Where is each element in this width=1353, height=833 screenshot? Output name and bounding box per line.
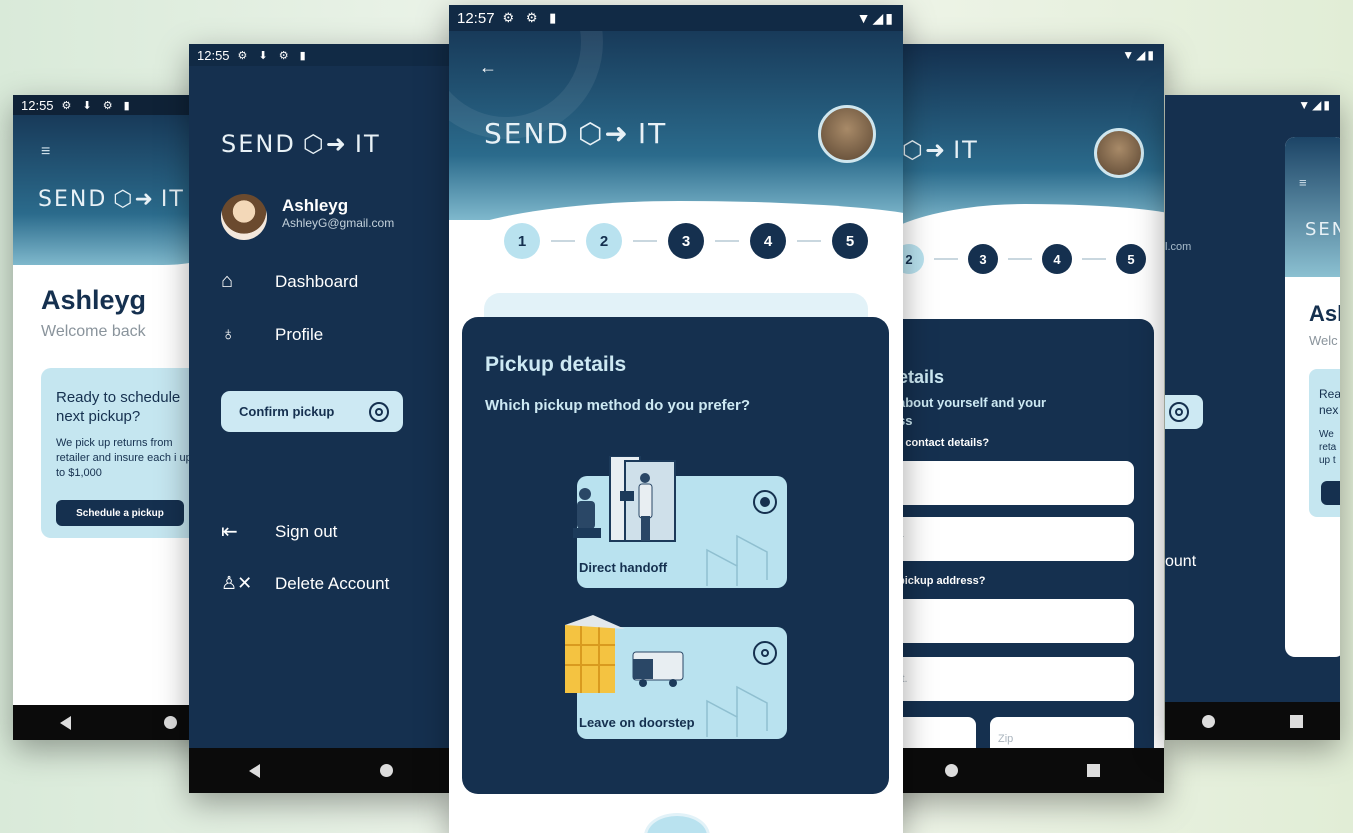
card-title: Ready to schedule next pickup? xyxy=(56,389,181,425)
sign-out-icon: ⇤ xyxy=(221,521,238,543)
step-4[interactable]: 4 xyxy=(750,223,786,259)
app-logo: SEND ⬡➜ IT xyxy=(38,187,185,212)
recents-nav-icon[interactable] xyxy=(1086,764,1100,777)
status-icons: ⚙ ⚙ ▮ xyxy=(502,10,561,25)
back-nav-icon[interactable] xyxy=(59,715,71,730)
handoff-illustration xyxy=(573,456,676,542)
delete-account-fragment[interactable]: ount xyxy=(1165,553,1196,571)
avatar[interactable] xyxy=(1094,128,1144,178)
stepper: 2 3 4 5 xyxy=(894,244,1146,274)
step-5[interactable]: 5 xyxy=(1116,244,1146,274)
option-label: Leave on doorstep xyxy=(579,715,695,730)
box-logo-icon: ⬡➜ xyxy=(302,130,348,158)
home-nav-icon[interactable] xyxy=(380,764,393,777)
status-time: 12:55 xyxy=(21,97,54,113)
confirm-pickup-fragment[interactable] xyxy=(1165,395,1203,429)
avatar[interactable] xyxy=(221,194,267,240)
status-icons-right: ▼◢▮ xyxy=(1122,48,1156,62)
box-logo-icon: ⬡➜ xyxy=(113,187,155,212)
step-3[interactable]: 3 xyxy=(968,244,998,274)
delete-user-icon: ♙✕ xyxy=(221,573,253,593)
email-fragment: l.com xyxy=(1165,241,1192,253)
app-logo: SEND ⬡➜ IT xyxy=(221,130,381,158)
avatar[interactable] xyxy=(818,105,876,163)
phone-contact: ▼◢▮ ⬡➜ IT 2 3 4 5 etails about yourself … xyxy=(880,44,1164,793)
home-nav-icon[interactable] xyxy=(163,716,177,729)
menu-item-profile[interactable]: ♁ Profile xyxy=(221,324,323,346)
card-body: We pick up returns from retailer and ins… xyxy=(56,437,192,479)
hamburger-icon[interactable]: ≡ xyxy=(1299,175,1307,190)
menu-item-dashboard[interactable]: ⌂ Dashboard xyxy=(221,270,358,293)
step-4[interactable]: 4 xyxy=(1042,244,1072,274)
menu-item-sign-out[interactable]: ⇤ Sign out xyxy=(221,519,337,544)
step-1[interactable]: 1 xyxy=(504,223,540,259)
inner-screen: ≡ SEN Asl Welc Rea nex We reta up t xyxy=(1285,137,1340,657)
step-2[interactable]: 2 xyxy=(586,223,622,259)
status-icons: ⚙ ⬇ ⚙ ▮ xyxy=(237,49,310,62)
apt-field[interactable]: Apt. xyxy=(880,657,1134,701)
app-logo: ⬡➜ IT xyxy=(902,136,979,164)
next-button-peek[interactable] xyxy=(644,813,710,833)
card-title: Pickup details xyxy=(485,353,627,376)
user-icon: ♁ xyxy=(221,324,236,345)
logo-fragment: SEN xyxy=(1305,219,1340,240)
contact-label: r contact details? xyxy=(898,437,990,449)
contact-card: etails about yourself and your ss r cont… xyxy=(880,319,1154,793)
home-icon: ⌂ xyxy=(221,270,234,292)
user-name: Ashleyg xyxy=(282,196,349,215)
pickup-card: Pickup details Which pickup method do yo… xyxy=(462,317,889,794)
hamburger-icon[interactable]: ≡ xyxy=(41,143,50,161)
name-fragment: Asl xyxy=(1309,301,1340,326)
phone-right: ▼◢▮ l.com ount ≡ SEN Asl Welc Rea nex We… xyxy=(1165,95,1340,740)
name-field[interactable] xyxy=(880,461,1134,505)
app-logo: SEND ⬡➜ IT xyxy=(484,117,668,150)
card-title: etails xyxy=(898,367,945,387)
phone-number-field[interactable]: ber xyxy=(880,517,1134,561)
card-fragment: Rea nex We reta up t xyxy=(1309,369,1340,517)
radio-selected-icon[interactable] xyxy=(753,490,777,514)
card-question: Which pickup method do you prefer? xyxy=(485,397,751,414)
phone-menu: 12:55 ⚙ ⬇ ⚙ ▮ SEND ⬡➜ IT Ashleyg AshleyG… xyxy=(189,44,453,793)
greeting-name: Ashleyg xyxy=(41,285,147,315)
box-logo-icon: ⬡➜ xyxy=(577,117,630,150)
back-arrow-icon[interactable]: ← xyxy=(479,57,497,78)
card-subtitle: about yourself and your xyxy=(898,395,1047,410)
address-label: pickup address? xyxy=(898,575,986,587)
home-nav-icon[interactable] xyxy=(1202,714,1216,728)
step-3[interactable]: 3 xyxy=(668,223,704,259)
status-time: 12:57 xyxy=(457,9,495,27)
box-logo-icon: ⬡➜ xyxy=(902,136,948,164)
doorstep-illustration xyxy=(565,615,684,693)
confirm-pickup-button[interactable]: Confirm pickup xyxy=(221,391,403,432)
recents-nav-icon[interactable] xyxy=(1289,714,1303,728)
stepper: 1 2 3 4 5 xyxy=(504,223,868,259)
back-nav-icon[interactable] xyxy=(249,763,260,778)
status-icons: ⚙ ⬇ ⚙ ▮ xyxy=(61,99,134,112)
sub-fragment: Welc xyxy=(1309,333,1338,348)
option-label: Direct handoff xyxy=(579,560,668,575)
option-leave-on-doorstep[interactable]: Leave on doorstep xyxy=(565,615,787,739)
status-time: 12:55 xyxy=(197,47,230,63)
target-icon xyxy=(369,401,389,422)
phone-pickup: 12:57 ⚙ ⚙ ▮ ▼◢▮ ← SEND ⬡➜ IT 1 2 3 4 5 P… xyxy=(449,5,903,833)
status-icons-right: ▼◢▮ xyxy=(1298,98,1332,112)
step-5[interactable]: 5 xyxy=(832,223,868,259)
target-icon xyxy=(1169,402,1189,422)
schedule-button-fragment[interactable] xyxy=(1321,481,1340,505)
address-field[interactable]: ss xyxy=(880,599,1134,643)
status-icons-right: ▼◢▮ xyxy=(856,9,895,26)
greeting-sub: Welcome back xyxy=(41,323,146,340)
schedule-pickup-button[interactable]: Schedule a pickup xyxy=(56,500,184,526)
option-direct-handoff[interactable]: Direct handoff xyxy=(573,456,787,588)
decor-lines xyxy=(706,534,768,586)
decor-lines xyxy=(706,685,768,737)
user-email: AshleyG@gmail.com xyxy=(282,216,395,230)
radio-unselected-icon[interactable] xyxy=(753,641,777,665)
menu-item-delete-account[interactable]: ♙✕ Delete Account xyxy=(221,573,389,594)
home-nav-icon[interactable] xyxy=(944,764,958,777)
